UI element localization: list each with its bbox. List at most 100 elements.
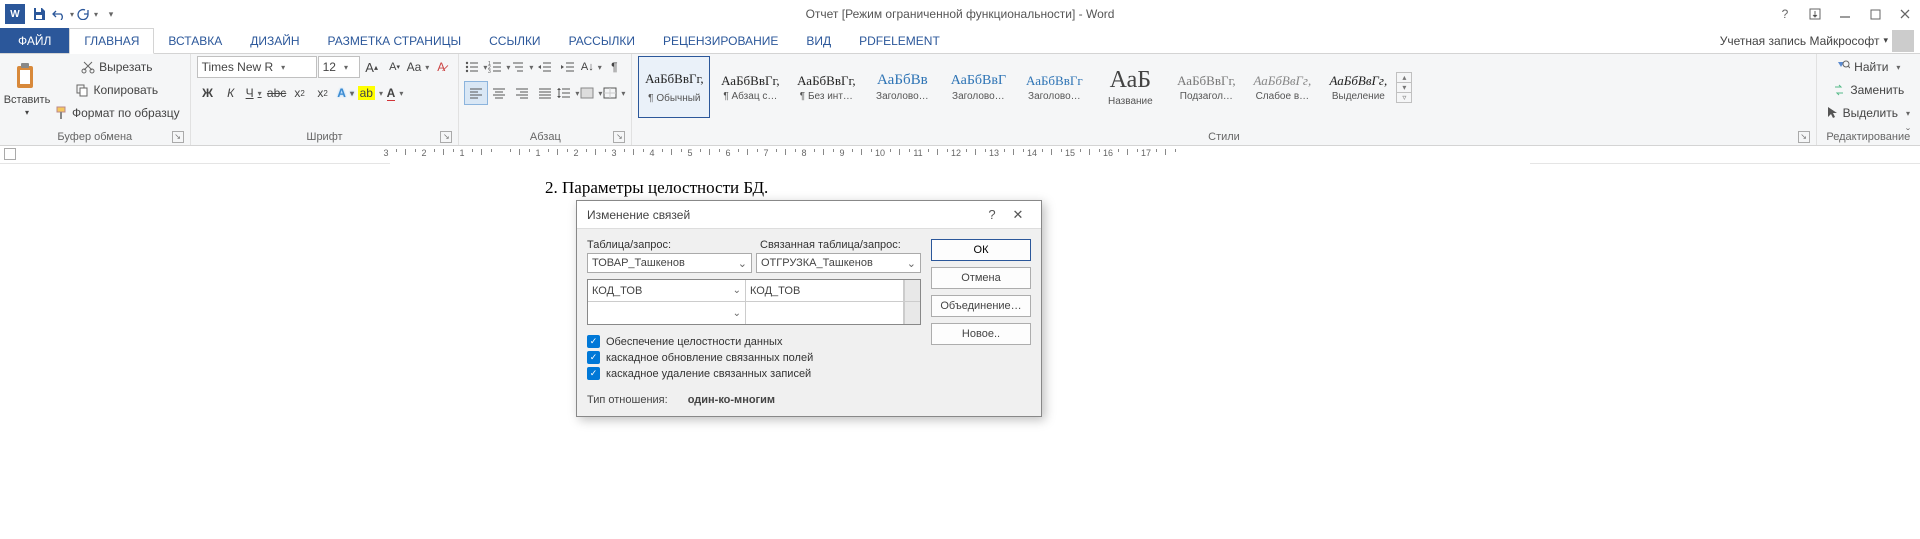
strikethrough-icon[interactable]: abc — [266, 82, 288, 104]
text-effects-icon[interactable]: A — [335, 82, 357, 104]
italic-button[interactable]: К — [220, 82, 242, 104]
ruler[interactable]: 3211234567891011121314151617 — [0, 146, 1920, 164]
replace-button[interactable]: Заменить — [1823, 79, 1914, 101]
multilevel-list-icon[interactable] — [511, 56, 533, 78]
tab-layout[interactable]: РАЗМЕТКА СТРАНИЦЫ — [314, 28, 476, 53]
shading-icon[interactable] — [580, 82, 602, 104]
increase-indent-icon[interactable] — [557, 56, 579, 78]
tab-references[interactable]: ССЫЛКИ — [475, 28, 554, 53]
style-item[interactable]: АаБбВвГг,Подзагол… — [1170, 56, 1242, 118]
style-item[interactable]: АаБбВвЗаголово… — [866, 56, 938, 118]
check-cascade-delete[interactable]: ✓каскадное удаление связанных записей — [587, 367, 921, 380]
borders-icon[interactable] — [603, 82, 625, 104]
dialog-help-icon[interactable]: ? — [979, 207, 1005, 222]
grid-scrollbar[interactable] — [904, 280, 920, 301]
style-item[interactable]: АаБбВвГг,Выделение — [1322, 56, 1394, 118]
tab-home[interactable]: ГЛАВНАЯ — [69, 28, 154, 54]
check-cascade-update[interactable]: ✓каскадное обновление связанных полей — [587, 351, 921, 364]
label-related-table: Связанная таблица/запрос: — [760, 239, 921, 251]
tab-file[interactable]: ФАЙЛ — [0, 28, 69, 53]
cancel-button[interactable]: Отмена — [931, 267, 1031, 289]
word-app-icon[interactable]: W — [4, 3, 26, 25]
shrink-font-icon[interactable]: A▾ — [384, 56, 406, 78]
group-clipboard: Вставить ▾ Вырезать Копировать Формат по… — [0, 54, 191, 145]
table-combo[interactable]: ТОВАР_Ташкенов — [587, 253, 752, 273]
change-case-icon[interactable]: Aa — [407, 56, 430, 78]
tab-pdfelement[interactable]: PDFelement — [845, 28, 954, 53]
align-left-icon[interactable] — [465, 82, 487, 104]
bullets-icon[interactable] — [465, 56, 487, 78]
grid-right-field[interactable]: КОД_ТОВ — [746, 280, 904, 301]
tab-design[interactable]: ДИЗАЙН — [236, 28, 313, 53]
maximize-icon[interactable] — [1860, 3, 1890, 25]
show-marks-icon[interactable]: ¶ — [603, 56, 625, 78]
style-item[interactable]: АаБбВвГг,Слабое в… — [1246, 56, 1318, 118]
redo-icon[interactable] — [76, 3, 98, 25]
related-table-combo[interactable]: ОТГРУЗКА_Ташкенов — [756, 253, 921, 273]
paste-button[interactable]: Вставить ▾ — [6, 56, 48, 122]
underline-button[interactable]: Ч — [243, 82, 265, 104]
style-item[interactable]: АаБбВвГг,¶ Обычный — [638, 56, 710, 118]
justify-icon[interactable] — [534, 82, 556, 104]
tab-view[interactable]: ВИД — [792, 28, 845, 53]
minimize-icon[interactable] — [1830, 3, 1860, 25]
style-item[interactable]: АаБбВвГгЗаголово… — [1018, 56, 1090, 118]
style-item[interactable]: АаБбВвГЗаголово… — [942, 56, 1014, 118]
check-integrity[interactable]: ✓Обеспечение целостности данных — [587, 335, 921, 348]
tab-insert[interactable]: ВСТАВКА — [154, 28, 236, 53]
tab-selector-icon[interactable] — [4, 148, 16, 160]
value-reltype: один-ко-многим — [688, 394, 775, 406]
save-icon[interactable] — [28, 3, 50, 25]
sort-icon[interactable]: A↓ — [580, 56, 602, 78]
font-dialog-launcher[interactable]: ↘ — [440, 131, 452, 143]
clear-formatting-icon[interactable]: A̷ — [430, 56, 452, 78]
grow-font-icon[interactable]: A▴ — [361, 56, 383, 78]
styles-gallery: АаБбВвГг,¶ ОбычныйАаБбВвГг,¶ Абзац с…АаБ… — [638, 56, 1394, 118]
grid-left-field[interactable]: КОД_ТОВ — [588, 280, 746, 301]
align-center-icon[interactable] — [488, 82, 510, 104]
ok-button[interactable]: ОК — [931, 239, 1031, 261]
superscript-icon[interactable]: x2 — [312, 82, 334, 104]
cut-button[interactable]: Вырезать — [50, 56, 184, 78]
select-button[interactable]: Выделить — [1823, 102, 1914, 124]
help-icon[interactable]: ? — [1770, 3, 1800, 25]
font-size-combo[interactable]: 12 — [318, 56, 360, 78]
svg-text:3: 3 — [488, 69, 491, 73]
style-item[interactable]: АаБбВвГг,¶ Абзац с… — [714, 56, 786, 118]
line-spacing-icon[interactable] — [557, 82, 579, 104]
avatar-icon[interactable] — [1892, 30, 1914, 52]
bold-button[interactable]: Ж — [197, 82, 219, 104]
new-button[interactable]: Новое.. — [931, 323, 1031, 345]
decrease-indent-icon[interactable] — [534, 56, 556, 78]
undo-icon[interactable] — [52, 3, 74, 25]
align-right-icon[interactable] — [511, 82, 533, 104]
copy-button[interactable]: Копировать — [50, 79, 184, 101]
font-color-icon[interactable]: A — [384, 82, 406, 104]
qat-customize-icon[interactable]: ▾ — [100, 3, 122, 25]
numbering-icon[interactable]: 123 — [488, 56, 510, 78]
collapse-ribbon-icon[interactable]: ˇ — [1900, 125, 1916, 141]
join-button[interactable]: Объединение… — [931, 295, 1031, 317]
tab-mailings[interactable]: РАССЫЛКИ — [555, 28, 649, 53]
close-icon[interactable] — [1890, 3, 1920, 25]
highlight-icon[interactable]: ab — [358, 82, 383, 104]
tab-review[interactable]: РЕЦЕНЗИРОВАНИЕ — [649, 28, 792, 53]
group-label-font: Шрифт↘ — [197, 129, 453, 145]
styles-gallery-nav[interactable]: ▴▾▿ — [1396, 72, 1412, 103]
clipboard-dialog-launcher[interactable]: ↘ — [172, 131, 184, 143]
label-reltype: Тип отношения: — [587, 394, 668, 406]
format-painter-button[interactable]: Формат по образцу — [50, 102, 184, 124]
style-item[interactable]: АаБНазвание — [1094, 56, 1166, 118]
font-name-combo[interactable]: Times New R — [197, 56, 317, 78]
account-area[interactable]: Учетная запись Майкрософт ▾ — [1720, 28, 1920, 53]
ribbon-display-icon[interactable] — [1800, 3, 1830, 25]
label-table: Таблица/запрос: — [587, 239, 748, 251]
style-item[interactable]: АаБбВвГг,¶ Без инт… — [790, 56, 862, 118]
fields-grid[interactable]: КОД_ТОВ КОД_ТОВ — [587, 279, 921, 325]
paragraph-dialog-launcher[interactable]: ↘ — [613, 131, 625, 143]
subscript-icon[interactable]: x2 — [289, 82, 311, 104]
group-label-paragraph: Абзац↘ — [465, 129, 625, 145]
styles-dialog-launcher[interactable]: ↘ — [1798, 131, 1810, 143]
dialog-close-icon[interactable]: ✕ — [1005, 207, 1031, 223]
find-button[interactable]: Найти — [1823, 56, 1914, 78]
